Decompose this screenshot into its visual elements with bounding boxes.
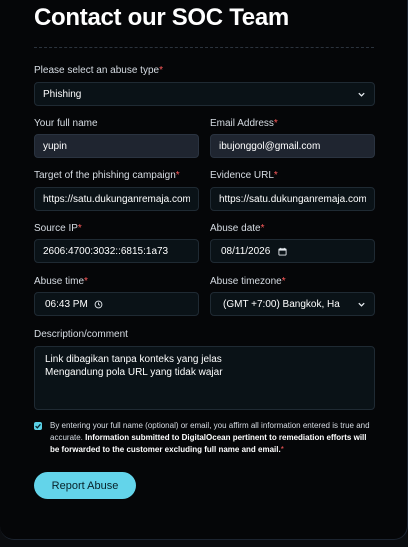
- email-input[interactable]: ibujonggol@gmail.com: [210, 134, 375, 158]
- abuse-type-label: Please select an abuse type*: [34, 65, 163, 76]
- chevron-down-icon: [358, 302, 365, 307]
- required-mark: *: [280, 445, 284, 454]
- required-mark: *: [175, 170, 180, 181]
- email-label-text: Email Address: [210, 118, 274, 129]
- full-name-input[interactable]: yupin: [34, 134, 199, 158]
- description-line: Link dibagikan tanpa konteks yang jelas: [45, 354, 222, 365]
- title-divider: [34, 47, 374, 48]
- consent-text: By entering your full name (optional) or…: [50, 420, 372, 456]
- clock-icon[interactable]: [94, 300, 103, 309]
- source-ip-label: Source IP*: [34, 223, 82, 234]
- abuse-type-select[interactable]: Phishing: [34, 82, 375, 106]
- abuse-time-input[interactable]: 06:43 PM: [34, 292, 199, 316]
- description-label: Description/comment: [34, 329, 128, 340]
- evidence-value: https://satu.dukunganremaja.com: [219, 193, 366, 205]
- required-mark: *: [273, 118, 278, 129]
- description-textarea[interactable]: Link dibagikan tanpa konteks yang jelas …: [34, 346, 375, 410]
- soc-contact-card: [0, 0, 408, 540]
- source-ip-label-text: Source IP: [34, 223, 78, 234]
- required-mark: *: [281, 276, 286, 287]
- abuse-date-value: 08/11/2026: [221, 245, 271, 257]
- timezone-value: (GMT +7:00) Bangkok, Ha: [223, 298, 340, 310]
- email-label: Email Address*: [210, 118, 278, 129]
- timezone-label-text: Abuse timezone: [210, 276, 282, 287]
- evidence-label: Evidence URL*: [210, 170, 278, 181]
- target-label-text: Target of the phishing campaign: [34, 170, 176, 181]
- description-line: Mengandung pola URL yang tidak wajar: [45, 367, 223, 378]
- abuse-date-label: Abuse date*: [210, 223, 265, 234]
- source-ip-value: 2606:4700:3032::6815:1a73: [43, 245, 169, 257]
- chevron-down-icon: [358, 92, 365, 97]
- timezone-select[interactable]: (GMT +7:00) Bangkok, Ha: [210, 292, 375, 316]
- abuse-time-label: Abuse time*: [34, 276, 88, 287]
- required-mark: *: [84, 276, 88, 287]
- abuse-date-input[interactable]: 08/11/2026: [210, 239, 375, 263]
- required-mark: *: [273, 170, 278, 181]
- timezone-label: Abuse timezone*: [210, 276, 286, 287]
- calendar-icon[interactable]: [278, 247, 287, 256]
- target-value: https://satu.dukunganremaja.com: [43, 193, 190, 205]
- abuse-time-label-text: Abuse time: [34, 276, 85, 287]
- required-mark: *: [260, 223, 265, 234]
- page-title: Contact our SOC Team: [34, 4, 289, 31]
- abuse-time-value: 06:43 PM: [45, 298, 88, 310]
- report-abuse-button[interactable]: Report Abuse: [34, 472, 136, 499]
- consent-bold-text: Information submitted to DigitalOcean pe…: [50, 433, 367, 454]
- full-name-label: Your full name: [34, 118, 98, 129]
- abuse-date-label-text: Abuse date: [210, 223, 261, 234]
- consent-checkbox[interactable]: [34, 422, 42, 430]
- target-label: Target of the phishing campaign*: [34, 170, 180, 181]
- target-input[interactable]: https://satu.dukunganremaja.com: [34, 187, 199, 211]
- full-name-value: yupin: [43, 140, 67, 152]
- required-mark: *: [159, 65, 163, 76]
- abuse-type-value: Phishing: [43, 88, 82, 100]
- email-value: ibujonggol@gmail.com: [219, 140, 321, 152]
- abuse-type-label-text: Please select an abuse type: [34, 65, 160, 76]
- source-ip-input[interactable]: 2606:4700:3032::6815:1a73: [34, 239, 199, 263]
- check-icon: [35, 423, 41, 429]
- evidence-input[interactable]: https://satu.dukunganremaja.com: [210, 187, 375, 211]
- evidence-label-text: Evidence URL: [210, 170, 274, 181]
- required-mark: *: [77, 223, 82, 234]
